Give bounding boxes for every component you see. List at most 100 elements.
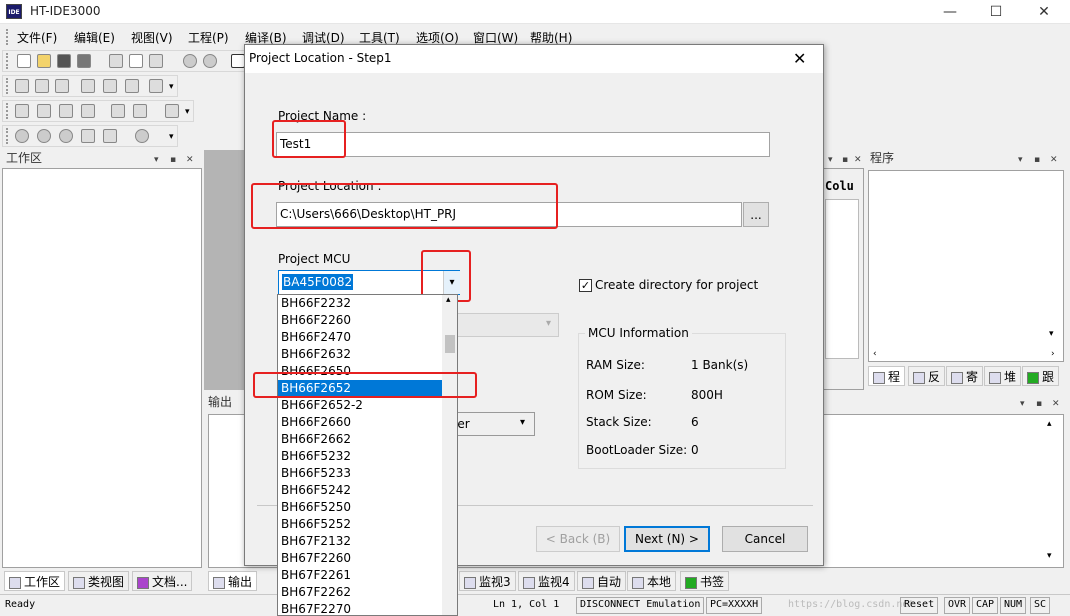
options-combobox[interactable]: ler ▾ [445, 412, 535, 436]
step-into-icon[interactable] [15, 104, 29, 118]
save-all-icon[interactable] [77, 54, 91, 68]
step-over-icon[interactable] [37, 104, 51, 118]
pencil-icon[interactable] [111, 104, 125, 118]
step-out-icon[interactable] [59, 104, 73, 118]
panel-close-icon[interactable]: ✕ [1052, 396, 1060, 412]
maximize-button[interactable]: ☐ [973, 0, 1019, 24]
run-to-cursor-icon[interactable] [81, 104, 95, 118]
workspace-panel[interactable] [2, 168, 202, 568]
mcu-dropdown-list[interactable]: BH66F2232 BH66F2260 BH66F2470 BH66F2632 BH66… [277, 294, 458, 616]
menu-file[interactable]: 文件(F) [17, 29, 57, 46]
mcu-dropdown-item[interactable]: BH66F2260 [278, 312, 442, 329]
cancel-button[interactable]: Cancel [722, 526, 808, 552]
list-icon[interactable] [81, 79, 95, 93]
mcu-dropdown-item[interactable]: BH67F2270 [278, 601, 442, 615]
new-file-icon[interactable] [17, 54, 31, 68]
watch-icon[interactable] [81, 129, 95, 143]
tab-stack[interactable]: 堆 [984, 366, 1022, 386]
tab-program[interactable]: 程 [868, 366, 906, 386]
mcu-dropdown-item[interactable]: BH66F5233 [278, 465, 442, 482]
panel-pin-icon[interactable]: ▪ [170, 152, 176, 168]
breakpoint-list-icon[interactable] [135, 129, 149, 143]
hand-icon[interactable] [103, 79, 117, 93]
mcu-dropdown-item[interactable]: BH66F2652-2 [278, 397, 442, 414]
mcu-dropdown-item[interactable]: BH66F5252 [278, 516, 442, 533]
panel-close-icon[interactable]: ✕ [854, 152, 862, 168]
panel-menu-icon[interactable]: ▾ [1020, 396, 1025, 412]
cut-icon[interactable] [109, 54, 123, 68]
mcu-dropdown-item[interactable]: BH67F2260 [278, 550, 442, 567]
build-icon[interactable] [15, 79, 29, 93]
toolbar-grip[interactable] [6, 53, 9, 69]
run-icon[interactable] [149, 79, 163, 93]
menu-view[interactable]: 视图(V) [131, 29, 173, 46]
panel-menu-icon[interactable]: ▾ [1018, 152, 1023, 168]
menu-project[interactable]: 工程(P) [188, 29, 229, 46]
scroll-down-icon[interactable]: ▾ [1047, 551, 1052, 561]
paste-icon[interactable] [149, 54, 163, 68]
compile-icon[interactable] [55, 79, 69, 93]
tab-documents[interactable]: 文档... [132, 571, 193, 591]
panel-pin-icon[interactable]: ▪ [1036, 396, 1042, 412]
toolbar-overflow-icon[interactable]: ▾ [169, 82, 174, 92]
toolbar-partial-icon[interactable] [231, 54, 245, 68]
create-directory-checkbox[interactable]: ✓ [579, 279, 592, 292]
next-button[interactable]: Next (N) > [624, 526, 710, 552]
panel-menu-icon[interactable]: ▾ [828, 152, 833, 168]
create-directory-label[interactable]: Create directory for project [595, 278, 758, 292]
copy-icon[interactable] [129, 54, 143, 68]
project-name-input[interactable]: Test1 [276, 132, 770, 157]
tab-auto[interactable]: 自动 [577, 571, 627, 591]
panel-pin-icon[interactable]: ▪ [1034, 152, 1040, 168]
toolbar-overflow-icon[interactable]: ▾ [185, 107, 190, 117]
program-panel[interactable]: ▾ ‹ › [868, 170, 1064, 362]
save-icon[interactable] [57, 54, 71, 68]
tab-registers[interactable]: 寄 [946, 366, 984, 386]
mcu-dropdown-item[interactable]: BH66F2232 [278, 295, 442, 312]
browse-button[interactable]: ... [743, 202, 769, 227]
panel-pin-icon[interactable]: ▪ [842, 152, 848, 168]
tab-watch4[interactable]: 监视4 [518, 571, 575, 591]
mcu-dropdown-item[interactable]: BH67F2132 [278, 533, 442, 550]
mcu-dropdown-item[interactable]: BH66F2470 [278, 329, 442, 346]
chevron-down-icon[interactable]: ▾ [520, 417, 525, 428]
rebuild-icon[interactable] [35, 79, 49, 93]
menu-edit[interactable]: 编辑(E) [74, 29, 115, 46]
breakpoint-toggle-icon[interactable] [37, 129, 51, 143]
mcu-dropdown-item[interactable]: BH66F5232 [278, 448, 442, 465]
scroll-down-icon[interactable]: ▾ [1049, 329, 1054, 339]
minimize-button[interactable]: — [927, 0, 973, 24]
breakpoint-icon[interactable] [15, 129, 29, 143]
tab-disassembly[interactable]: 反 [908, 366, 946, 386]
tab-watch3[interactable]: 监视3 [459, 571, 516, 591]
tab-trace[interactable]: 跟 [1022, 366, 1060, 386]
panel-close-icon[interactable]: ✕ [186, 152, 194, 168]
scroll-right-icon[interactable]: › [1051, 349, 1055, 359]
tab-local[interactable]: 本地 [627, 571, 677, 591]
panel-menu-icon[interactable]: ▾ [154, 152, 159, 168]
toolbar-grip[interactable] [6, 78, 9, 94]
breakpoint-clear-icon[interactable] [59, 129, 73, 143]
stop-hand-icon[interactable] [125, 79, 139, 93]
mcu-dropdown-item[interactable]: BH67F2262 [278, 584, 442, 601]
mcu-dropdown-item[interactable]: BH66F5250 [278, 499, 442, 516]
tab-workspace[interactable]: 工作区 [4, 571, 66, 591]
undo-icon[interactable] [183, 54, 197, 68]
mcu-dropdown-item[interactable]: BH66F5242 [278, 482, 442, 499]
toolbar-grip[interactable] [6, 103, 9, 119]
menubar-grip[interactable] [6, 29, 9, 45]
open-folder-icon[interactable] [37, 54, 51, 68]
trash-icon[interactable] [165, 104, 179, 118]
mcu-dropdown-item[interactable]: BH67F2261 [278, 567, 442, 584]
mcu-dropdown-item[interactable]: BH66F2660 [278, 414, 442, 431]
scrollbar-thumb[interactable] [445, 335, 455, 353]
memory-icon[interactable] [103, 129, 117, 143]
panel-close-icon[interactable]: ✕ [1050, 152, 1058, 168]
eraser-icon[interactable] [133, 104, 147, 118]
dropdown-scrollbar[interactable]: ▴ [442, 295, 457, 615]
tab-output[interactable]: 输出 [208, 571, 258, 591]
mcu-dropdown-item[interactable]: BH66F2662 [278, 431, 442, 448]
close-button[interactable]: ✕ [1021, 0, 1067, 24]
toolbar-grip[interactable] [6, 128, 9, 144]
tab-class-view[interactable]: 类视图 [68, 571, 130, 591]
